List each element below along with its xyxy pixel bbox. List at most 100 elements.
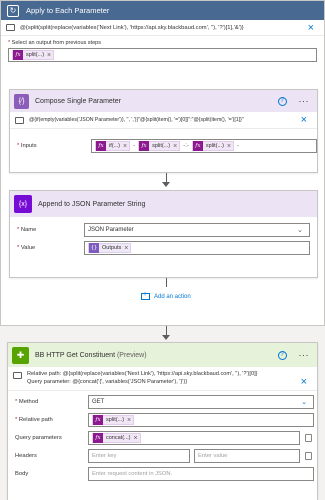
if-token[interactable]: fx if(...) × <box>94 141 131 151</box>
concat-token[interactable]: fx concat(...) × <box>92 433 141 443</box>
fx-icon: fx <box>93 433 103 443</box>
connector-arrow <box>162 335 170 340</box>
braces-icon: {} <box>89 243 99 253</box>
comment-icon <box>15 116 24 124</box>
relative-path-note: Relative path: @{split(replace(variables… <box>27 371 258 377</box>
connector-arrow <box>162 182 170 187</box>
separator-text: -:- <box>183 143 189 149</box>
relative-path-row: * Relative path fx split(...) × <box>8 411 317 429</box>
connector-line <box>166 278 167 287</box>
more-options-icon[interactable]: ··· <box>299 350 310 360</box>
loop-header[interactable]: ↻ Apply to Each Parameter <box>1 1 324 20</box>
name-value: JSON Parameter <box>88 227 134 233</box>
bb-http-title: BB HTTP Get Constituent (Preview) <box>35 351 147 359</box>
method-label: * Method <box>15 399 39 405</box>
compose-card: {⁄} Compose Single Parameter ? ··· @{if(… <box>9 89 318 173</box>
method-dropdown[interactable]: GET ⌄ <box>88 395 314 409</box>
name-label: * Name <box>17 227 37 233</box>
headers-label: Headers <box>15 453 37 459</box>
query-field[interactable]: fx concat(...) × <box>88 431 300 445</box>
body-label: Body <box>15 471 29 477</box>
relative-path-field[interactable]: fx split(...) × <box>88 413 314 427</box>
relative-path-label: * Relative path <box>15 417 53 423</box>
select-output-field[interactable]: fx split(...) × <box>8 48 317 62</box>
headers-row: Headers Enter key Enter value <box>8 447 317 465</box>
remove-token-icon[interactable]: × <box>123 143 129 150</box>
comment-icon <box>13 372 22 379</box>
value-label: * Value <box>17 245 36 251</box>
append-card: {x} Append to JSON Parameter String * Na… <box>9 190 318 278</box>
select-output-label: * Select an output from previous steps <box>1 36 324 46</box>
value-field[interactable]: {} Outputs × <box>84 241 310 255</box>
braces-icon: {⁄} <box>14 93 29 109</box>
split-token[interactable]: fx split(...) × <box>138 141 181 151</box>
bb-http-header[interactable]: ✚ BB HTTP Get Constituent (Preview) ? ··… <box>8 343 317 367</box>
remove-token-icon[interactable]: × <box>124 245 130 252</box>
add-action-button[interactable]: Add an action <box>141 291 191 300</box>
help-icon[interactable]: ? <box>277 350 287 360</box>
body-input[interactable]: Enter request content in JSON. <box>88 467 314 481</box>
name-dropdown[interactable]: JSON Parameter ⌄ <box>84 223 310 237</box>
chevron-down-icon: ⌄ <box>297 227 303 234</box>
separator-text: - <box>237 143 239 149</box>
inputs-label: * Inputs <box>17 143 37 149</box>
remove-token-icon[interactable]: × <box>47 52 53 59</box>
inputs-row: * Inputs fx if(...) × - fx split(...) × -:- … <box>10 137 317 155</box>
switch-mode-icon[interactable] <box>305 452 312 460</box>
more-options-icon[interactable]: ··· <box>299 96 310 106</box>
remove-token-icon[interactable]: × <box>227 143 233 150</box>
header-value-placeholder: Enter value <box>198 453 228 459</box>
query-parameter-note: Query parameter: @{concat('{', variables… <box>27 379 188 385</box>
value-row: * Value {} Outputs × <box>10 239 317 257</box>
header-key-placeholder: Enter key <box>92 453 117 459</box>
remove-token-icon[interactable]: × <box>173 143 179 150</box>
query-row: Query parameters fx concat(...) × <box>8 429 317 447</box>
header-key-input[interactable]: Enter key <box>88 449 190 463</box>
body-row: Body Enter request content in JSON. <box>8 465 317 483</box>
header-value-input[interactable]: Enter value <box>194 449 300 463</box>
close-icon[interactable]: × <box>301 376 307 390</box>
name-row: * Name JSON Parameter ⌄ <box>10 221 317 239</box>
variable-icon: {x} <box>14 195 32 213</box>
body-placeholder: Enter request content in JSON. <box>92 471 173 477</box>
puzzle-icon: ✚ <box>12 346 29 364</box>
loop-title: Apply to Each Parameter <box>26 6 110 15</box>
inputs-field[interactable]: fx if(...) × - fx split(...) × -:- fx split(.… <box>90 139 317 153</box>
remove-token-icon[interactable]: × <box>127 417 133 424</box>
query-label: Query parameters <box>15 435 62 441</box>
close-icon[interactable]: × <box>308 22 314 34</box>
method-value: GET <box>92 399 105 405</box>
split-token[interactable]: fx split(...) × <box>191 141 234 151</box>
separator-text: - <box>133 143 136 149</box>
help-icon[interactable]: ? <box>277 96 287 106</box>
fx-icon: fx <box>93 415 103 425</box>
compose-expression: @{if(empty(variables('JSON Parameter')),… <box>29 117 244 123</box>
switch-mode-icon[interactable] <box>305 434 312 442</box>
select-output-label-text: Select an output from previous steps <box>11 40 101 46</box>
fx-icon: fx <box>139 141 150 151</box>
compose-title: Compose Single Parameter <box>35 97 121 105</box>
split-token[interactable]: fx split(...) × <box>12 50 55 60</box>
append-title: Append to JSON Parameter String <box>38 200 146 208</box>
token-label: split(...) <box>26 52 45 58</box>
bb-http-card: ✚ BB HTTP Get Constituent (Preview) ? ··… <box>7 342 318 500</box>
add-action-icon <box>141 291 150 300</box>
bb-http-comment: Relative path: @{split(replace(variables… <box>8 367 317 391</box>
fx-icon: fx <box>192 141 203 151</box>
method-row: * Method GET ⌄ <box>8 393 317 411</box>
compose-expression-row: @{if(empty(variables('JSON Parameter')),… <box>10 112 317 129</box>
loop-expression: @{split(split(replace(variables('Next Li… <box>20 24 244 31</box>
close-icon[interactable]: × <box>301 114 307 126</box>
add-action-label: Add an action <box>154 293 191 300</box>
compose-header[interactable]: {⁄} Compose Single Parameter ? ··· <box>10 90 317 112</box>
chevron-down-icon: ⌄ <box>301 399 307 406</box>
fx-icon: fx <box>95 141 106 151</box>
fx-icon: fx <box>13 50 23 60</box>
loop-icon: ↻ <box>7 4 19 17</box>
loop-expression-row: @{split(split(replace(variables('Next Li… <box>1 20 324 36</box>
remove-token-icon[interactable]: × <box>133 435 139 442</box>
outputs-token[interactable]: {} Outputs × <box>88 243 132 253</box>
comment-icon <box>6 24 15 31</box>
split-token[interactable]: fx split(...) × <box>92 415 135 425</box>
append-header[interactable]: {x} Append to JSON Parameter String <box>10 191 317 217</box>
